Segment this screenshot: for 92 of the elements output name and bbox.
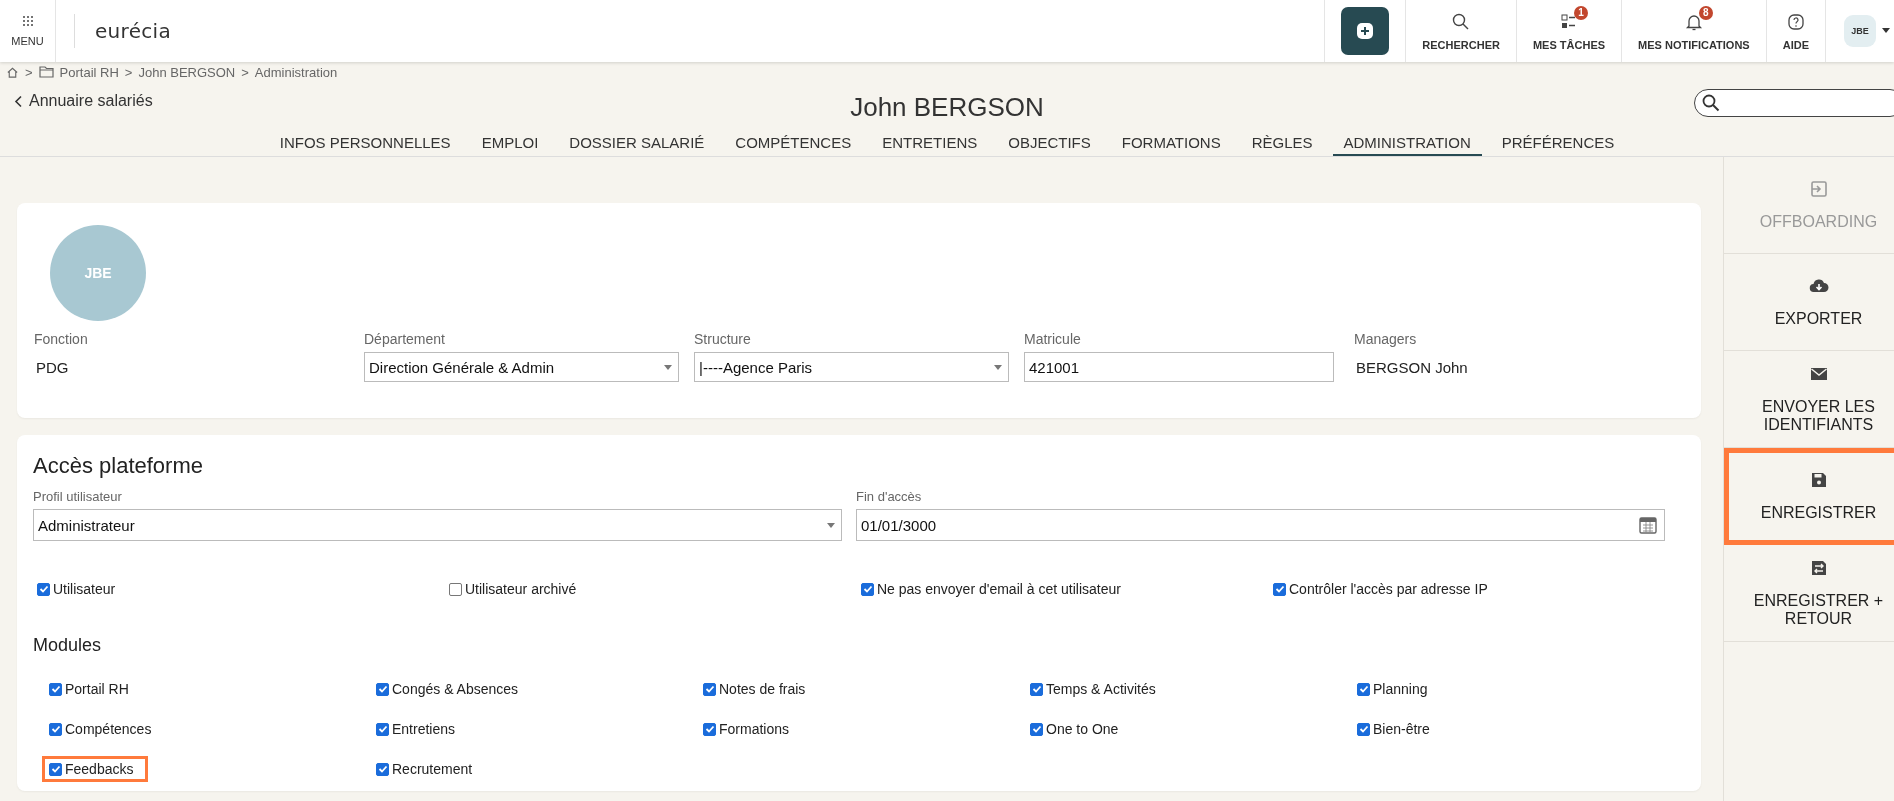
module-label: Recrutement	[392, 761, 473, 777]
mail-button[interactable]: ENVOYER LES IDENTIFIANTS	[1724, 351, 1894, 448]
tab[interactable]: OBJECTIFS	[997, 130, 1102, 156]
tab[interactable]: RÈGLES	[1240, 130, 1324, 156]
module-label: Entretiens	[392, 721, 456, 737]
tab[interactable]: INFOS PERSONNELLES	[268, 130, 462, 156]
checkbox[interactable]	[376, 682, 389, 696]
checkbox[interactable]	[49, 682, 62, 696]
count-badge: 8	[1698, 5, 1713, 20]
breadcrumb-link[interactable]: Administration	[254, 64, 338, 80]
field-label: Profil utilisateur	[33, 489, 123, 504]
checkbox-label: Ne pas envoyer d'email à cet utilisateur	[877, 581, 1121, 597]
module-label: Feedbacks	[65, 761, 134, 777]
logo[interactable]: eurécia	[95, 19, 171, 43]
export-button[interactable]: EXPORTER	[1724, 254, 1894, 351]
breadcrumb-separator: >	[241, 64, 249, 80]
caret-icon[interactable]	[1882, 28, 1890, 34]
tab[interactable]: ENTRETIENS	[871, 130, 989, 156]
input-field[interactable]: 421001	[1024, 352, 1334, 382]
checkbox[interactable]	[449, 582, 462, 596]
module-label: Notes de frais	[719, 681, 806, 697]
help-button[interactable]: AIDE	[1765, 0, 1825, 62]
checkbox[interactable]	[703, 722, 716, 736]
section-title: Accès plateforme	[33, 453, 204, 479]
home-icon[interactable]	[6, 65, 19, 79]
chevron-left-icon	[14, 94, 23, 108]
search-field[interactable]	[1694, 89, 1894, 117]
field-label: Fonction	[34, 331, 89, 347]
checkbox[interactable]	[37, 582, 50, 596]
module-label: Bien-être	[1373, 721, 1430, 737]
grid-dots-icon	[21, 15, 34, 27]
tab[interactable]: DOSSIER SALARIÉ	[558, 130, 716, 156]
field-label: Département	[364, 331, 446, 347]
breadcrumb-link[interactable]: Portail RH	[59, 64, 119, 80]
checkbox[interactable]	[1357, 722, 1370, 736]
notifications-button[interactable]: 8 MES NOTIFICATIONS	[1621, 0, 1766, 62]
folder-icon	[38, 66, 54, 78]
user-avatar[interactable]: JBE	[1844, 15, 1876, 47]
checkbox[interactable]	[376, 722, 389, 736]
calendar-icon[interactable]	[1638, 515, 1658, 535]
checkbox[interactable]	[703, 682, 716, 696]
field-label: Managers	[1354, 331, 1418, 347]
field-label: Matricule	[1024, 331, 1082, 347]
checkbox-label: Utilisateur archivé	[465, 581, 577, 597]
select-field[interactable]: Administrateur	[33, 509, 842, 541]
checkbox[interactable]	[376, 762, 389, 776]
checkbox[interactable]	[861, 582, 874, 596]
module-label: Formations	[719, 721, 790, 737]
save-return-button[interactable]: ENREGISTRER + RETOUR	[1724, 545, 1894, 642]
help-icon	[1785, 11, 1806, 32]
user-avatar: JBE	[50, 225, 146, 321]
field-label: Structure	[694, 331, 752, 347]
checkbox[interactable]	[49, 722, 62, 736]
add-button[interactable]	[1341, 7, 1390, 55]
tab[interactable]: EMPLOI	[470, 130, 550, 156]
checkbox[interactable]	[1030, 722, 1043, 736]
back-link[interactable]: Annuaire salariés	[14, 92, 153, 110]
select-field[interactable]: Direction Générale & Admin	[364, 352, 679, 382]
checkbox[interactable]	[1273, 582, 1286, 596]
section-title: Modules	[33, 635, 103, 656]
module-label: Temps & Activités	[1046, 681, 1156, 697]
checkbox[interactable]	[1357, 682, 1370, 696]
tab[interactable]: FORMATIONS	[1110, 130, 1232, 156]
tab[interactable]: COMPÉTENCES	[724, 130, 863, 156]
field-value: BERGSON John	[1355, 358, 1469, 378]
count-badge: 1	[1574, 5, 1588, 20]
menu-button[interactable]: MENU	[0, 0, 56, 62]
tab[interactable]: ADMINISTRATION	[1332, 130, 1482, 156]
checkbox-label: Utilisateur	[53, 581, 116, 597]
search-icon	[1701, 93, 1721, 113]
field-label: Fin d'accès	[856, 489, 923, 504]
breadcrumb-separator: >	[124, 64, 133, 80]
exit-icon	[1808, 179, 1829, 199]
date-field[interactable]: 01/01/3000	[856, 509, 1665, 541]
module-label: Portail RH	[65, 681, 129, 697]
plus-icon	[1355, 21, 1376, 41]
tasks-button[interactable]: 1 MES TÂCHES	[1515, 0, 1622, 62]
breadcrumb-separator: >	[25, 64, 33, 80]
checkbox-label: Contrôler l'accès par adresse IP	[1289, 581, 1488, 597]
module-label: Planning	[1373, 681, 1428, 697]
checkbox[interactable]	[49, 762, 62, 776]
module-label: Compétences	[65, 721, 152, 737]
search-button[interactable]: RECHERCHER	[1405, 0, 1516, 62]
save-button[interactable]: ENREGISTRER	[1724, 448, 1894, 545]
breadcrumb-link[interactable]: John BERGSON	[138, 64, 236, 80]
select-field[interactable]: |----Agence Paris	[694, 352, 1009, 382]
field-value: PDG	[35, 358, 70, 378]
tab[interactable]: PRÉFÉRENCES	[1490, 130, 1626, 156]
module-label: One to One	[1046, 721, 1119, 737]
module-label: Congés & Absences	[392, 681, 519, 697]
page-title: John BERGSON	[850, 90, 1044, 123]
checkbox[interactable]	[1030, 682, 1043, 696]
